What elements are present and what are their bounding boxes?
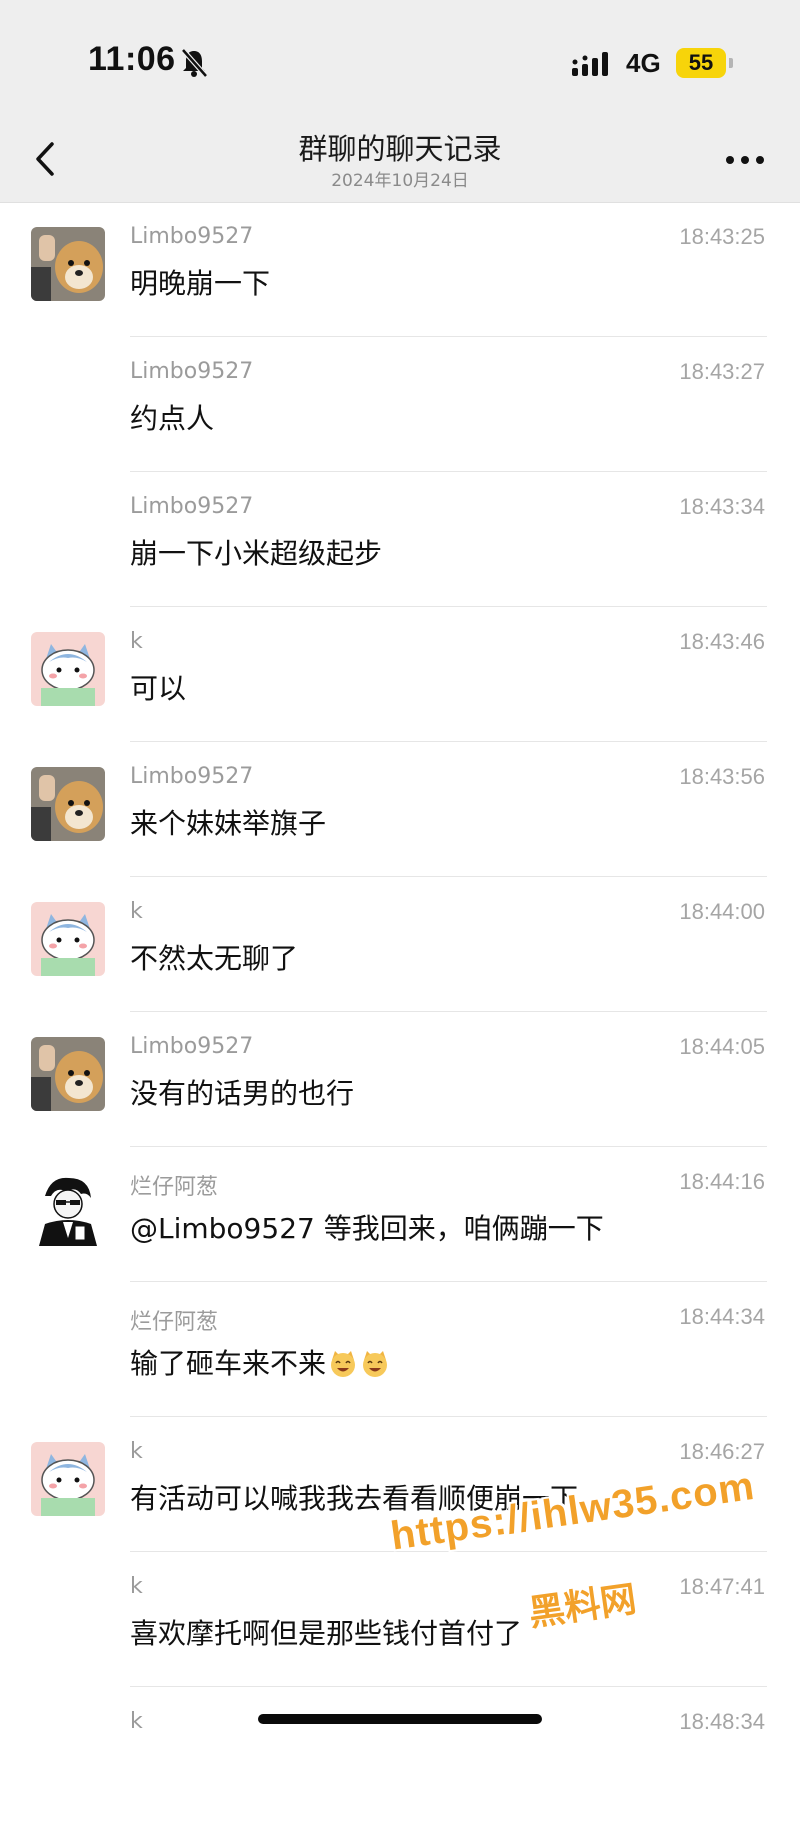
message-time: 18:43:56 [679, 764, 765, 789]
sender-name: k [130, 899, 143, 924]
more-options-icon[interactable] [720, 142, 770, 178]
message-time: 18:44:16 [679, 1169, 765, 1194]
message-time: 18:44:00 [679, 899, 765, 924]
message-text-content: 输了砸车来不来 [130, 1347, 327, 1380]
laughing-cat-emoji-icon [331, 1351, 356, 1377]
message-text: 崩一下小米超级起步 [130, 537, 383, 570]
home-indicator[interactable] [258, 1714, 542, 1724]
message-time: 18:44:05 [679, 1034, 765, 1059]
message-item: Limbo9527 18:43:56 来个妹妹举旗子 [0, 742, 800, 877]
sender-name: Limbo9527 [130, 764, 254, 789]
message-time: 18:46:27 [679, 1439, 765, 1464]
message-text: 可以 [130, 672, 187, 705]
message-time: 18:47:41 [679, 1574, 765, 1599]
avatar-shiba[interactable] [31, 767, 105, 841]
avatar-shiba[interactable] [31, 227, 105, 301]
message-text: 没有的话男的也行 [130, 1077, 355, 1110]
message-time: 18:43:27 [679, 359, 765, 384]
signal-icon [572, 52, 608, 76]
sender-name: 烂仔阿葱 [130, 1175, 219, 1200]
sender-name: Limbo9527 [130, 224, 254, 249]
message-item: k 18:43:46 可以 [0, 607, 800, 742]
message-time: 18:43:46 [679, 629, 765, 654]
message-item: k 18:44:00 不然太无聊了 [0, 877, 800, 1012]
message-text: 来个妹妹举旗子 [130, 807, 327, 840]
sender-name: k [130, 1709, 143, 1734]
avatar-cat[interactable] [31, 632, 105, 706]
sender-name: Limbo9527 [130, 494, 254, 519]
nav-bar: 群聊的聊天记录 2024年10月24日 [0, 120, 800, 203]
sender-name: k [130, 1574, 143, 1599]
message-item: k 18:48:34 [0, 1687, 800, 1822]
message-item: Limbo9527 18:43:25 明晚崩一下 [0, 202, 800, 337]
message-item: Limbo9527 18:44:05 没有的话男的也行 [0, 1012, 800, 1147]
sender-name: 烂仔阿葱 [130, 1310, 219, 1335]
message-text: 明晚崩一下 [130, 267, 271, 300]
status-bar: 11:06 4G 55 [0, 0, 800, 120]
avatar-suit-man[interactable] [31, 1172, 105, 1246]
sender-name: k [130, 1439, 143, 1464]
message-time: 18:44:34 [679, 1304, 765, 1329]
message-item: Limbo9527 18:43:34 崩一下小米超级起步 [0, 472, 800, 607]
message-text: 约点人 [130, 402, 215, 435]
message-time: 18:43:34 [679, 494, 765, 519]
message-text: 喜欢摩托啊但是那些钱付首付了 [130, 1617, 523, 1650]
sender-name: Limbo9527 [130, 1034, 254, 1059]
message-text: 不然太无聊了 [130, 942, 299, 975]
bell-muted-icon [181, 48, 208, 78]
message-time: 18:48:34 [679, 1709, 765, 1734]
message-item: Limbo9527 18:43:27 约点人 [0, 337, 800, 472]
message-item: k 18:47:41 喜欢摩托啊但是那些钱付首付了 [0, 1552, 800, 1687]
avatar-cat[interactable] [31, 902, 105, 976]
message-item: 烂仔阿葱 18:44:34 输了砸车来不来 [0, 1282, 800, 1417]
sender-name: Limbo9527 [130, 359, 254, 384]
message-text: @Limbo9527 等我回来，咱俩蹦一下 [130, 1212, 604, 1245]
avatar-cat[interactable] [31, 1442, 105, 1516]
battery-cap [729, 58, 733, 68]
chat-history-list: Limbo9527 18:43:25 明晚崩一下 Limbo9527 18:43… [0, 202, 800, 1822]
laughing-cat-emoji-icon [363, 1351, 388, 1377]
message-item: 烂仔阿葱 18:44:16 @Limbo9527 等我回来，咱俩蹦一下 [0, 1147, 800, 1282]
network-type: 4G [626, 48, 661, 78]
page-subtitle-date: 2024年10月24日 [331, 171, 469, 191]
sender-name: k [130, 629, 143, 654]
battery-indicator: 55 [676, 48, 726, 78]
avatar-shiba[interactable] [31, 1037, 105, 1111]
status-time: 11:06 [88, 40, 176, 78]
message-time: 18:43:25 [679, 224, 765, 249]
page-title: 群聊的聊天记录 [298, 132, 502, 166]
message-text: 输了砸车来不来 [130, 1342, 390, 1382]
